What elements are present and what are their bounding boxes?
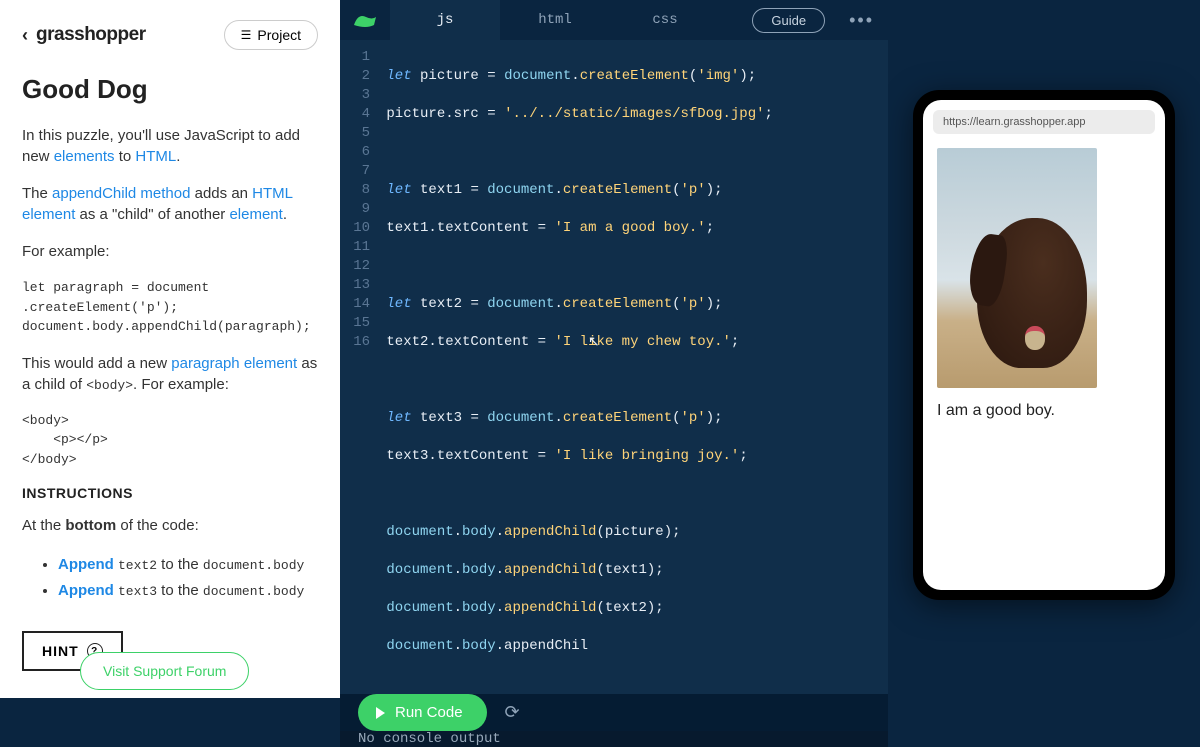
lesson-title: Good Dog (22, 74, 318, 105)
editor-tabbar: js html css Guide ••• (340, 0, 888, 40)
instruction-item-1: Append text2 to the document.body (58, 552, 318, 578)
support-forum-button[interactable]: Visit Support Forum (80, 652, 249, 690)
code-example-2: <body> <p></p> </body> (22, 411, 318, 470)
console-output: No console output (340, 731, 888, 747)
tab-css[interactable]: css (610, 0, 720, 40)
instructions-heading: INSTRUCTIONS (22, 485, 318, 501)
run-code-button[interactable]: Run Code (358, 694, 487, 731)
more-icon[interactable]: ••• (835, 10, 888, 31)
hint-label: HINT (42, 643, 79, 659)
preview-column: https://learn.grasshopper.app I am a goo… (888, 0, 1200, 698)
chevron-left-icon: ‹ (22, 25, 28, 46)
instruction-list: Append text2 to the document.body Append… (22, 552, 318, 603)
code-editor[interactable]: 12345678910111213141516 let picture = do… (340, 40, 888, 694)
reload-icon[interactable]: ⟳ (505, 702, 520, 723)
cursor-icon: ↖ (588, 334, 600, 353)
sidebar-header: ‹ grasshopper ☰ Project (22, 20, 318, 50)
link-elements[interactable]: elements (54, 148, 115, 165)
link-html[interactable]: HTML (135, 148, 176, 165)
tab-html[interactable]: html (500, 0, 610, 40)
tab-js[interactable]: js (390, 0, 500, 40)
project-button[interactable]: ☰ Project (224, 20, 318, 50)
dog-image (937, 148, 1097, 388)
grasshopper-icon[interactable] (340, 11, 390, 29)
lesson-sidebar: ‹ grasshopper ☰ Project Good Dog In this… (0, 0, 340, 698)
phone-frame: https://learn.grasshopper.app I am a goo… (913, 90, 1175, 600)
lesson-para-1: In this puzzle, you'll use JavaScript to… (22, 125, 318, 167)
list-icon: ☰ (241, 28, 252, 42)
instruction-item-2: Append text3 to the document.body (58, 578, 318, 604)
code-example-1: let paragraph = document .createElement(… (22, 278, 318, 337)
code-content[interactable]: let picture = document.createElement('im… (378, 48, 888, 694)
project-label: Project (257, 27, 301, 43)
run-label: Run Code (395, 704, 463, 721)
lesson-para-4: This would add a new paragraph element a… (22, 353, 318, 395)
lesson-body: In this puzzle, you'll use JavaScript to… (22, 125, 318, 671)
link-paragraph-element[interactable]: paragraph element (171, 355, 297, 372)
link-element[interactable]: element (229, 206, 282, 223)
preview-page: I am a good boy. (923, 140, 1165, 590)
guide-button[interactable]: Guide (752, 8, 825, 33)
link-appendchild[interactable]: appendChild method (52, 185, 190, 202)
line-gutter: 12345678910111213141516 (340, 48, 378, 694)
run-bar: Run Code ⟳ (340, 694, 888, 731)
editor-column: js html css Guide ••• 123456789101112131… (340, 0, 888, 698)
lesson-para-5: At the bottom of the code: (22, 515, 318, 536)
lesson-para-2: The appendChild method adds an HTML elem… (22, 183, 318, 225)
url-bar: https://learn.grasshopper.app (933, 110, 1155, 134)
phone-screen: https://learn.grasshopper.app I am a goo… (923, 100, 1165, 590)
play-icon (376, 707, 385, 719)
brand-name: grasshopper (36, 24, 146, 46)
preview-text-1: I am a good boy. (937, 402, 1155, 420)
brand-back-link[interactable]: ‹ grasshopper (22, 24, 146, 46)
lesson-para-3: For example: (22, 241, 318, 262)
